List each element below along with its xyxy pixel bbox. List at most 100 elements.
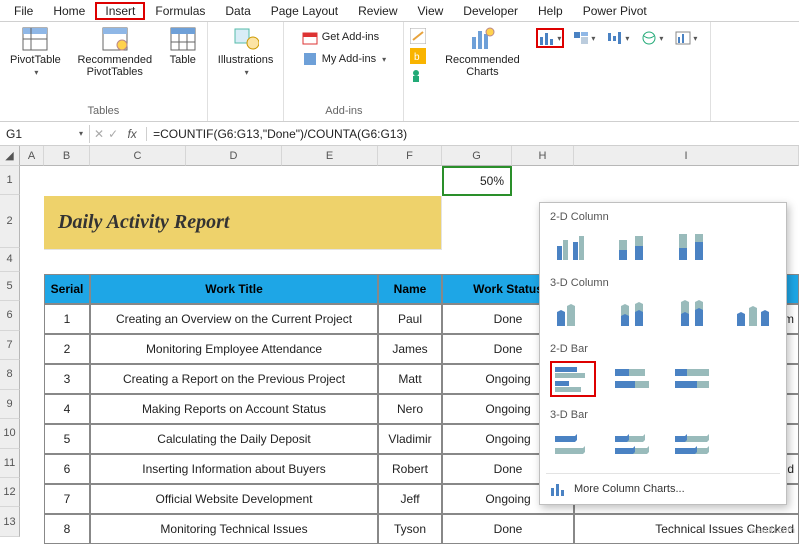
- row-header[interactable]: 11: [0, 449, 20, 478]
- cell-name[interactable]: Vladimir: [378, 424, 442, 454]
- tab-powerpivot[interactable]: Power Pivot: [573, 2, 657, 20]
- cell-title[interactable]: Creating a Report on the Previous Projec…: [90, 364, 378, 394]
- cell-name[interactable]: Tyson: [378, 514, 442, 544]
- row-header[interactable]: 9: [0, 390, 20, 419]
- cell-name[interactable]: Nero: [378, 394, 442, 424]
- header-name[interactable]: Name: [378, 274, 442, 304]
- cell-title[interactable]: Monitoring Technical Issues: [90, 514, 378, 544]
- cell-title[interactable]: Official Website Development: [90, 484, 378, 514]
- row-header[interactable]: 7: [0, 331, 20, 360]
- column-header[interactable]: G: [442, 146, 512, 166]
- row-header[interactable]: 1: [0, 166, 20, 195]
- tab-data[interactable]: Data: [215, 2, 260, 20]
- column-header[interactable]: H: [512, 146, 574, 166]
- get-addins-button[interactable]: Get Add-ins: [300, 28, 381, 46]
- stacked100-bar-2d[interactable]: [670, 361, 716, 397]
- header-work-title[interactable]: Work Title: [90, 274, 378, 304]
- cell-name[interactable]: James: [378, 334, 442, 364]
- row-header[interactable]: 8: [0, 360, 20, 389]
- name-box[interactable]: G1▾: [0, 125, 90, 143]
- stacked-column-3d[interactable]: [610, 295, 656, 331]
- pivottable-icon: [21, 26, 49, 52]
- table-button[interactable]: Table: [165, 24, 201, 68]
- cell-serial[interactable]: 3: [44, 364, 90, 394]
- tab-insert[interactable]: Insert: [95, 2, 145, 20]
- illustrations-button[interactable]: Illustrations ▾: [214, 24, 278, 79]
- clustered-column-2d[interactable]: [550, 229, 596, 265]
- hierarchy-chart-dropdown[interactable]: ▾: [570, 28, 598, 48]
- stacked-bar-3d[interactable]: [610, 427, 656, 463]
- column-header[interactable]: C: [90, 146, 186, 166]
- pivottable-button[interactable]: PivotTable ▾: [6, 24, 65, 79]
- bing-icon[interactable]: b: [410, 48, 426, 64]
- cell-serial[interactable]: 7: [44, 484, 90, 514]
- row-header[interactable]: 4: [0, 248, 20, 272]
- stacked100-column-2d[interactable]: [670, 229, 716, 265]
- cell-name[interactable]: Jeff: [378, 484, 442, 514]
- cell-name[interactable]: Paul: [378, 304, 442, 334]
- stacked100-column-3d[interactable]: [670, 295, 716, 331]
- column-header[interactable]: A: [20, 146, 44, 166]
- pivotchart-dropdown[interactable]: ▾: [672, 28, 700, 48]
- recommended-charts-icon: [468, 26, 496, 52]
- more-column-charts[interactable]: More Column Charts...: [540, 476, 786, 498]
- tab-pagelayout[interactable]: Page Layout: [261, 2, 348, 20]
- stacked100-bar-3d[interactable]: [670, 427, 716, 463]
- tab-formulas[interactable]: Formulas: [145, 2, 215, 20]
- row-header[interactable]: 6: [0, 301, 20, 330]
- header-serial[interactable]: Serial: [44, 274, 90, 304]
- cell-g1[interactable]: 50%: [442, 166, 512, 196]
- recommended-charts-button[interactable]: Recommended Charts: [438, 24, 526, 80]
- row-header[interactable]: 13: [0, 507, 20, 536]
- maps-dropdown[interactable]: ▾: [638, 28, 666, 48]
- tab-help[interactable]: Help: [528, 2, 573, 20]
- waterfall-chart-dropdown[interactable]: ▾: [604, 28, 632, 48]
- row-header[interactable]: 2: [0, 195, 20, 248]
- cell-serial[interactable]: 6: [44, 454, 90, 484]
- column-header[interactable]: D: [186, 146, 282, 166]
- tab-home[interactable]: Home: [43, 2, 95, 20]
- tab-review[interactable]: Review: [348, 2, 407, 20]
- cell-title[interactable]: Inserting Information about Buyers: [90, 454, 378, 484]
- column-header[interactable]: I: [574, 146, 799, 166]
- row-header[interactable]: 5: [0, 272, 20, 301]
- recommended-pivottables-button[interactable]: Recommended PivotTables: [71, 24, 159, 80]
- fx-button[interactable]: fx: [122, 127, 142, 141]
- cell-serial[interactable]: 4: [44, 394, 90, 424]
- cell-title[interactable]: Monitoring Employee Attendance: [90, 334, 378, 364]
- cell-title[interactable]: Calculating the Daily Deposit: [90, 424, 378, 454]
- cell-serial[interactable]: 8: [44, 514, 90, 544]
- column-chart-dropdown[interactable]: ▾: [536, 28, 564, 48]
- column-header[interactable]: B: [44, 146, 90, 166]
- enter-icon[interactable]: ✓: [108, 127, 118, 141]
- cell-title[interactable]: Making Reports on Account Status: [90, 394, 378, 424]
- cell-name[interactable]: Robert: [378, 454, 442, 484]
- formula-bar[interactable]: =COUNTIF(G6:G13,"Done")/COUNTA(G6:G13): [147, 125, 799, 143]
- column-header[interactable]: E: [282, 146, 378, 166]
- tab-view[interactable]: View: [408, 2, 454, 20]
- bing-maps-icon[interactable]: [410, 28, 426, 44]
- stacked-column-2d[interactable]: [610, 229, 656, 265]
- column-3d[interactable]: [730, 295, 776, 331]
- cell-serial[interactable]: 1: [44, 304, 90, 334]
- my-addins-button[interactable]: My Add-ins ▾: [300, 50, 388, 68]
- select-all[interactable]: ◢: [0, 146, 20, 166]
- row-header[interactable]: 12: [0, 478, 20, 507]
- cell-name[interactable]: Matt: [378, 364, 442, 394]
- cell-serial[interactable]: 2: [44, 334, 90, 364]
- clustered-bar-3d[interactable]: [550, 427, 596, 463]
- store-icon: [302, 29, 318, 45]
- title-banner[interactable]: Daily Activity Report: [44, 196, 442, 250]
- row-header[interactable]: 10: [0, 419, 20, 448]
- tab-developer[interactable]: Developer: [453, 2, 528, 20]
- cell-title[interactable]: Creating an Overview on the Current Proj…: [90, 304, 378, 334]
- stacked-bar-2d[interactable]: [610, 361, 656, 397]
- clustered-bar-2d[interactable]: [550, 361, 596, 397]
- cell-status[interactable]: Done: [442, 514, 574, 544]
- column-header[interactable]: F: [378, 146, 442, 166]
- cell-serial[interactable]: 5: [44, 424, 90, 454]
- tab-file[interactable]: File: [4, 2, 43, 20]
- people-graph-icon[interactable]: [410, 68, 426, 84]
- clustered-column-3d[interactable]: [550, 295, 596, 331]
- cancel-icon[interactable]: ✕: [94, 127, 104, 141]
